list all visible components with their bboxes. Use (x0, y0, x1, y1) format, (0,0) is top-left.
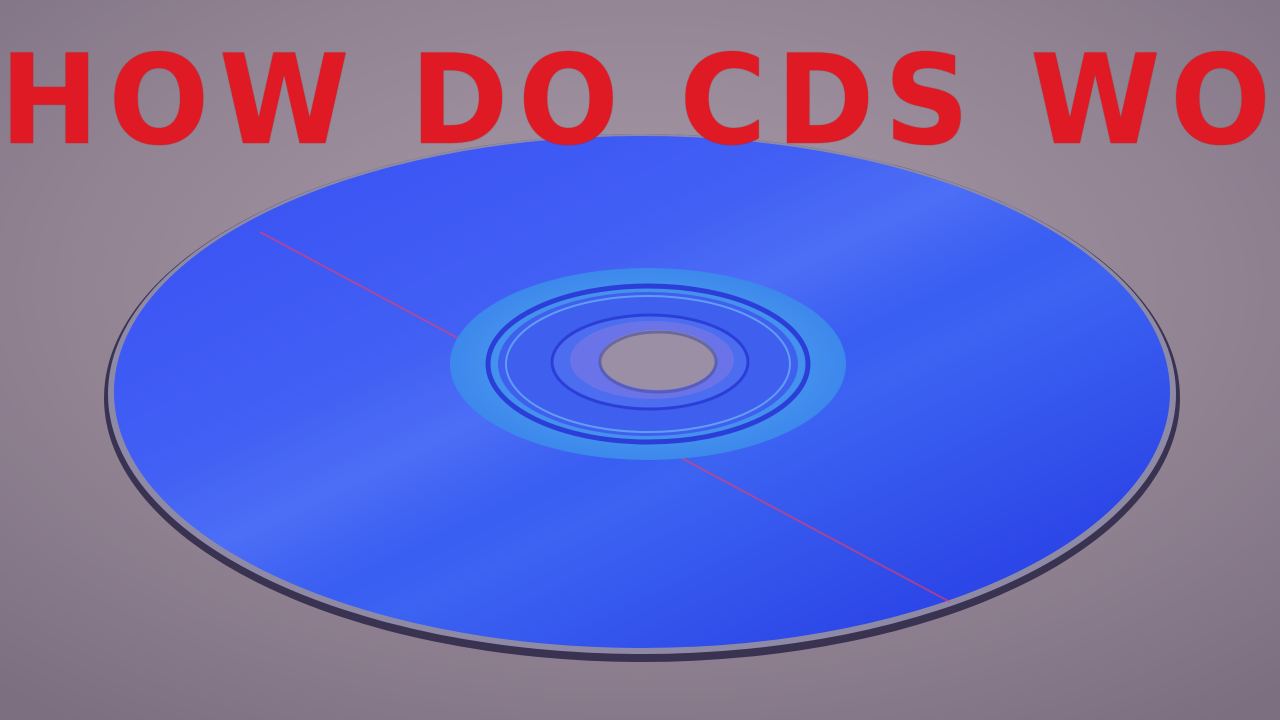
thumbnail: HOW DO CDS WORK? (0, 0, 1280, 720)
video-title: HOW DO CDS WORK? (0, 27, 1280, 173)
